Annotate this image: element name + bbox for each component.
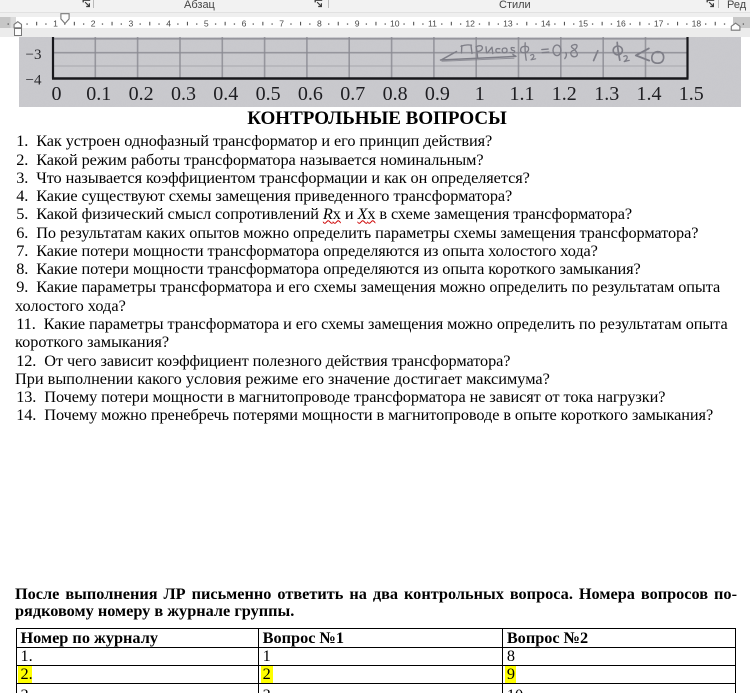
svg-text:0: 0 <box>52 83 62 105</box>
svg-text:18: 18 <box>692 19 702 29</box>
svg-text:11: 11 <box>428 19 437 29</box>
svg-text:1: 1 <box>475 83 485 105</box>
svg-text:1: 1 <box>53 19 58 29</box>
svg-text:16: 16 <box>616 19 626 29</box>
svg-text:0.3: 0.3 <box>171 83 196 105</box>
svg-text:1.3: 1.3 <box>594 83 619 105</box>
svg-text:3: 3 <box>129 19 134 29</box>
svg-text:−4: −4 <box>26 72 42 88</box>
svg-text:1.5: 1.5 <box>679 83 704 105</box>
svg-text:0.2: 0.2 <box>129 83 154 105</box>
svg-text:4: 4 <box>166 19 171 29</box>
svg-text:17: 17 <box>654 19 664 29</box>
svg-text:0.9: 0.9 <box>425 83 450 105</box>
svg-text:0.5: 0.5 <box>256 83 281 105</box>
svg-text:8: 8 <box>317 19 322 29</box>
svg-text:5: 5 <box>204 19 209 29</box>
svg-text:−3: −3 <box>26 46 42 62</box>
svg-text:0.4: 0.4 <box>213 83 238 105</box>
svg-text:6: 6 <box>242 19 247 29</box>
svg-text:13: 13 <box>503 19 513 29</box>
svg-text:0.6: 0.6 <box>298 83 323 105</box>
svg-text:14: 14 <box>541 19 551 29</box>
svg-text:9: 9 <box>355 19 360 29</box>
svg-text:0.7: 0.7 <box>340 83 365 105</box>
svg-text:1.1: 1.1 <box>510 83 535 105</box>
svg-text:0.1: 0.1 <box>86 83 111 105</box>
svg-text:15: 15 <box>579 19 589 29</box>
svg-text:1.2: 1.2 <box>552 83 577 105</box>
svg-text:1.4: 1.4 <box>637 83 662 105</box>
svg-text:2: 2 <box>91 19 96 29</box>
svg-text:7: 7 <box>279 19 284 29</box>
svg-text:12: 12 <box>465 19 475 29</box>
svg-text:0.8: 0.8 <box>383 83 408 105</box>
svg-text:10: 10 <box>390 19 400 29</box>
